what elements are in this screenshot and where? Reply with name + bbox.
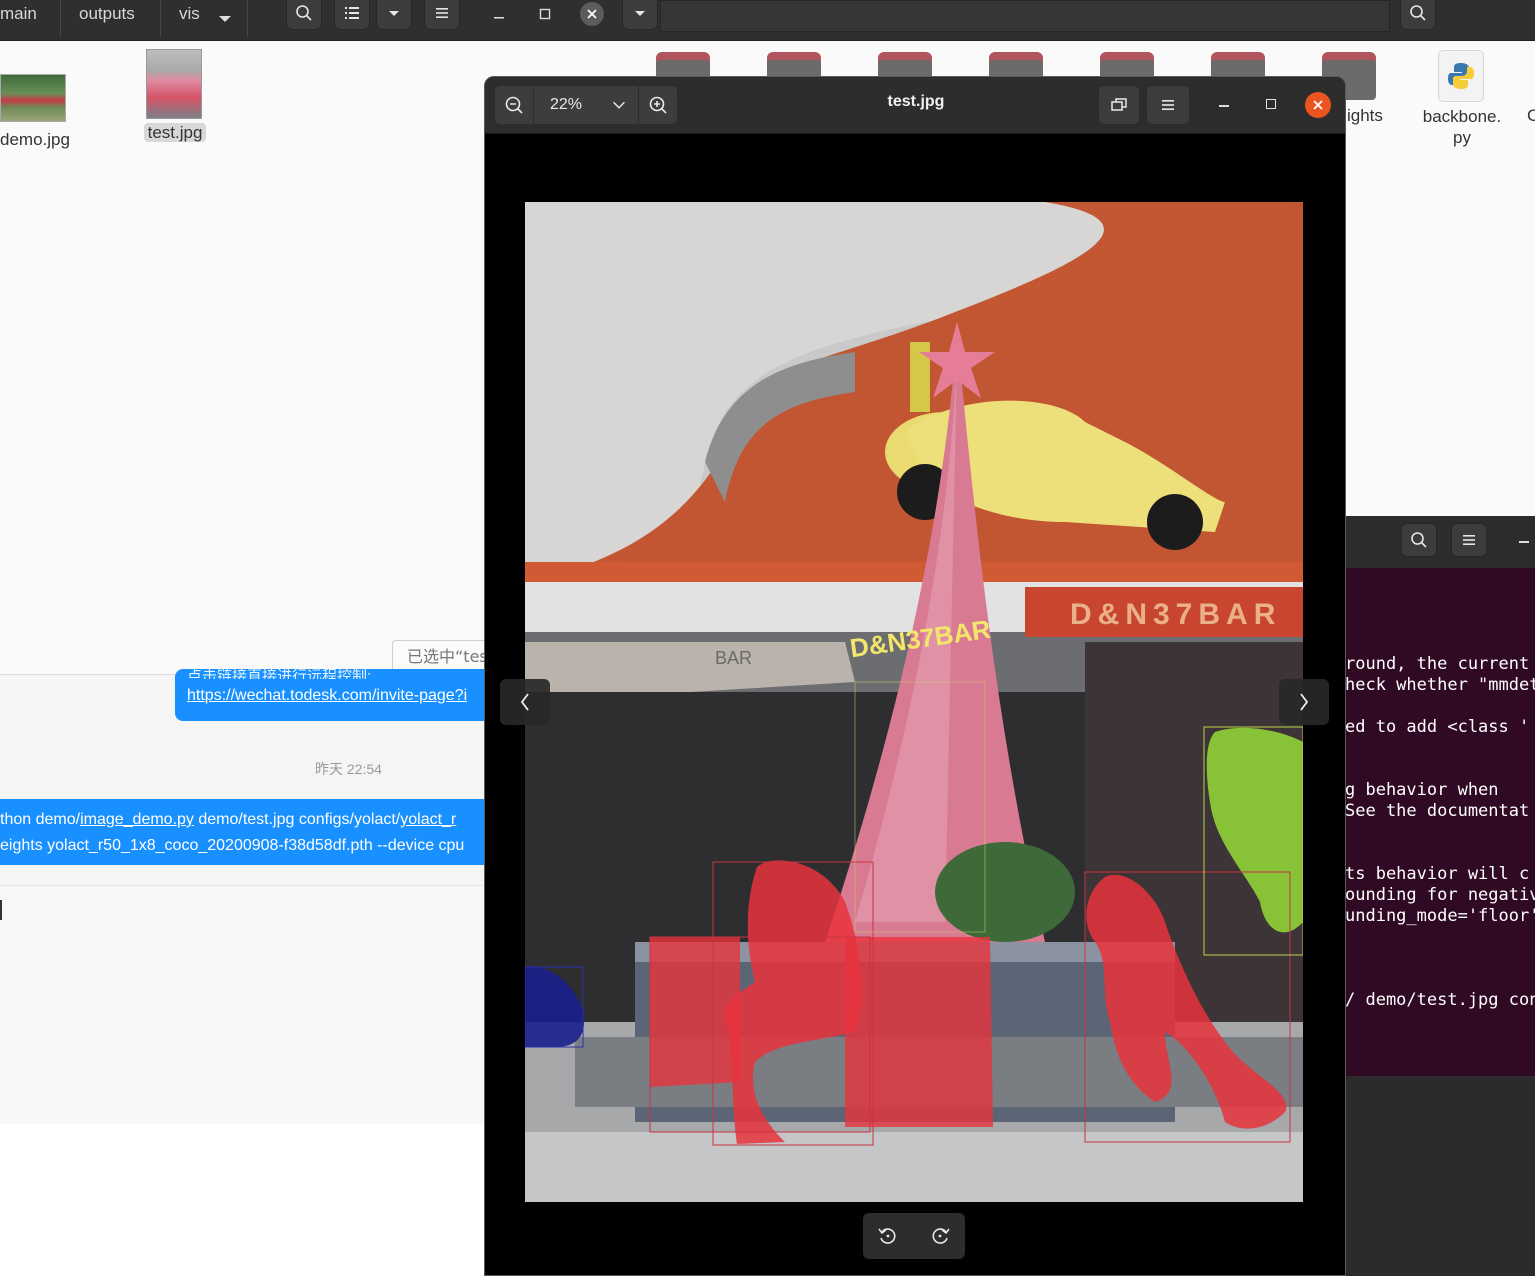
fullscreen-icon (1111, 98, 1127, 111)
file-label: C (1527, 106, 1535, 125)
search-button[interactable] (286, 0, 322, 30)
cmd-link[interactable]: image_demo.py (80, 811, 194, 828)
search-icon (1410, 5, 1426, 21)
search-icon (1411, 532, 1427, 548)
image-thumbnail (0, 74, 66, 122)
minimize-icon[interactable] (1219, 105, 1229, 107)
search-icon (296, 5, 312, 21)
chat-bubble-text: 点击链接直接进行远程控制: (187, 669, 372, 679)
next-image-button[interactable] (1279, 679, 1329, 725)
rotate-right-icon (932, 1228, 950, 1244)
maximize-button[interactable] (533, 2, 557, 26)
chevron-down-icon (635, 11, 645, 16)
search-button[interactable] (1401, 523, 1437, 557)
breadcrumb-separator (60, 0, 61, 36)
python-file-label: backbone. py (1422, 107, 1502, 147)
rotate-left-icon (878, 1228, 896, 1244)
terminal-line: g behavior when (1345, 780, 1499, 800)
search-button[interactable] (1400, 0, 1436, 30)
breadcrumb-vis[interactable]: vis (179, 0, 200, 28)
chat-bubble-command[interactable]: thon demo/image_demo.py demo/test.jpg co… (0, 799, 495, 865)
terminal-line: heck whether "mmdet (1345, 675, 1535, 695)
file-manager-header (620, 0, 1535, 41)
background-area (0, 1124, 490, 1276)
terminal-line: See the documentat (1345, 801, 1530, 821)
separator (247, 0, 248, 36)
close-icon (587, 9, 597, 19)
image-thumbnail (146, 49, 202, 119)
terminal-output: round, the current heck whether "mmdet e… (1345, 652, 1535, 1072)
list-view-icon (345, 7, 359, 19)
python-file-icon[interactable] (1438, 50, 1484, 102)
rotate-right-button[interactable] (929, 1225, 951, 1247)
folder-label: ights (1347, 106, 1383, 125)
displayed-image: D&N37BAR BAR D&N37BAR (525, 202, 1303, 1202)
maximize-icon[interactable] (1266, 99, 1276, 109)
breadcrumb-main[interactable]: main (0, 0, 37, 28)
file-manager-header: main outputs vis (0, 0, 620, 41)
chevron-down-icon (389, 11, 399, 16)
cmd-line-2: eights yolact_r50_1x8_coco_20200908-f38d… (0, 837, 465, 854)
segmentation-result-image: D&N37BAR BAR D&N37BAR (525, 202, 1303, 1202)
list-view-button[interactable] (334, 0, 370, 30)
awning-sign-text: BAR (715, 648, 752, 668)
location-bar[interactable] (660, 0, 1390, 32)
close-button[interactable] (1305, 92, 1331, 118)
text-cursor (0, 900, 2, 920)
invite-link[interactable]: https://wechat.todesk.com/invite-page?i (187, 687, 467, 704)
hamburger-icon (1463, 535, 1475, 545)
previous-image-button[interactable] (500, 679, 550, 725)
cmd-link-2[interactable]: yolact_r (400, 811, 456, 828)
minimize-button[interactable] (487, 2, 511, 26)
file-label: test.jpg (143, 123, 207, 142)
chevron-left-icon (520, 693, 529, 711)
python-logo-icon (1448, 63, 1474, 89)
breadcrumb-outputs[interactable]: outputs (79, 0, 135, 28)
viewer-header: 22% test.jpg (485, 77, 1345, 134)
minimize-icon (494, 17, 504, 19)
terminal-window: round, the current heck whether "mmdet e… (1345, 516, 1535, 1076)
view-options-dropdown[interactable] (376, 0, 412, 30)
chevron-right-icon (1300, 693, 1309, 711)
rotate-toolbar (863, 1213, 965, 1259)
viewer-title: test.jpg (887, 93, 945, 110)
storefront-sign-text: D&N37BAR (1070, 598, 1281, 631)
chat-input-area[interactable] (0, 885, 490, 1125)
close-icon (1313, 100, 1323, 110)
close-button[interactable] (580, 2, 604, 26)
terminal-line: ts behavior will c (1345, 864, 1530, 884)
file-test-jpg[interactable]: test.jpg (140, 49, 210, 143)
breadcrumb-dropdown-icon[interactable] (218, 9, 232, 28)
terminal-line: ounding for negativ (1345, 885, 1535, 905)
terminal-line: round, the current (1345, 654, 1530, 674)
chat-window: 点击链接直接进行远程控制: https://wechat.todesk.com/… (0, 669, 495, 1125)
cmd-prefix: thon demo/ (0, 811, 81, 828)
cmd-mid: demo/test.jpg configs/yolact/ (193, 811, 401, 828)
image-viewer-window: 22% test.jpg D&N37BAR BAR D&N37BAR (484, 76, 1346, 1276)
path-dropdown[interactable] (622, 0, 658, 30)
terminal-line: unding_mode='floor' (1345, 906, 1535, 926)
menu-button[interactable] (1451, 523, 1487, 557)
hamburger-icon (1162, 100, 1174, 110)
fullscreen-button[interactable] (1099, 86, 1139, 124)
terminal-header (1345, 516, 1535, 568)
maximize-icon (539, 8, 551, 20)
file-label: demo.jpg (0, 130, 70, 149)
breadcrumb-separator (160, 0, 161, 36)
minimize-icon[interactable] (1519, 541, 1529, 543)
menu-button[interactable] (1147, 86, 1189, 124)
terminal-line: / demo/test.jpg con (1345, 990, 1535, 1010)
chat-timestamp: 昨天 22:54 (315, 761, 382, 777)
menu-button[interactable] (424, 0, 460, 30)
chat-bubble-link[interactable]: 点击链接直接进行远程控制: https://wechat.todesk.com/… (175, 669, 495, 721)
file-demo-jpg[interactable]: demo.jpg (0, 74, 70, 150)
hamburger-icon (436, 8, 448, 18)
rotate-left-button[interactable] (877, 1225, 899, 1247)
terminal-line: ed to add <class ' (1345, 717, 1530, 737)
